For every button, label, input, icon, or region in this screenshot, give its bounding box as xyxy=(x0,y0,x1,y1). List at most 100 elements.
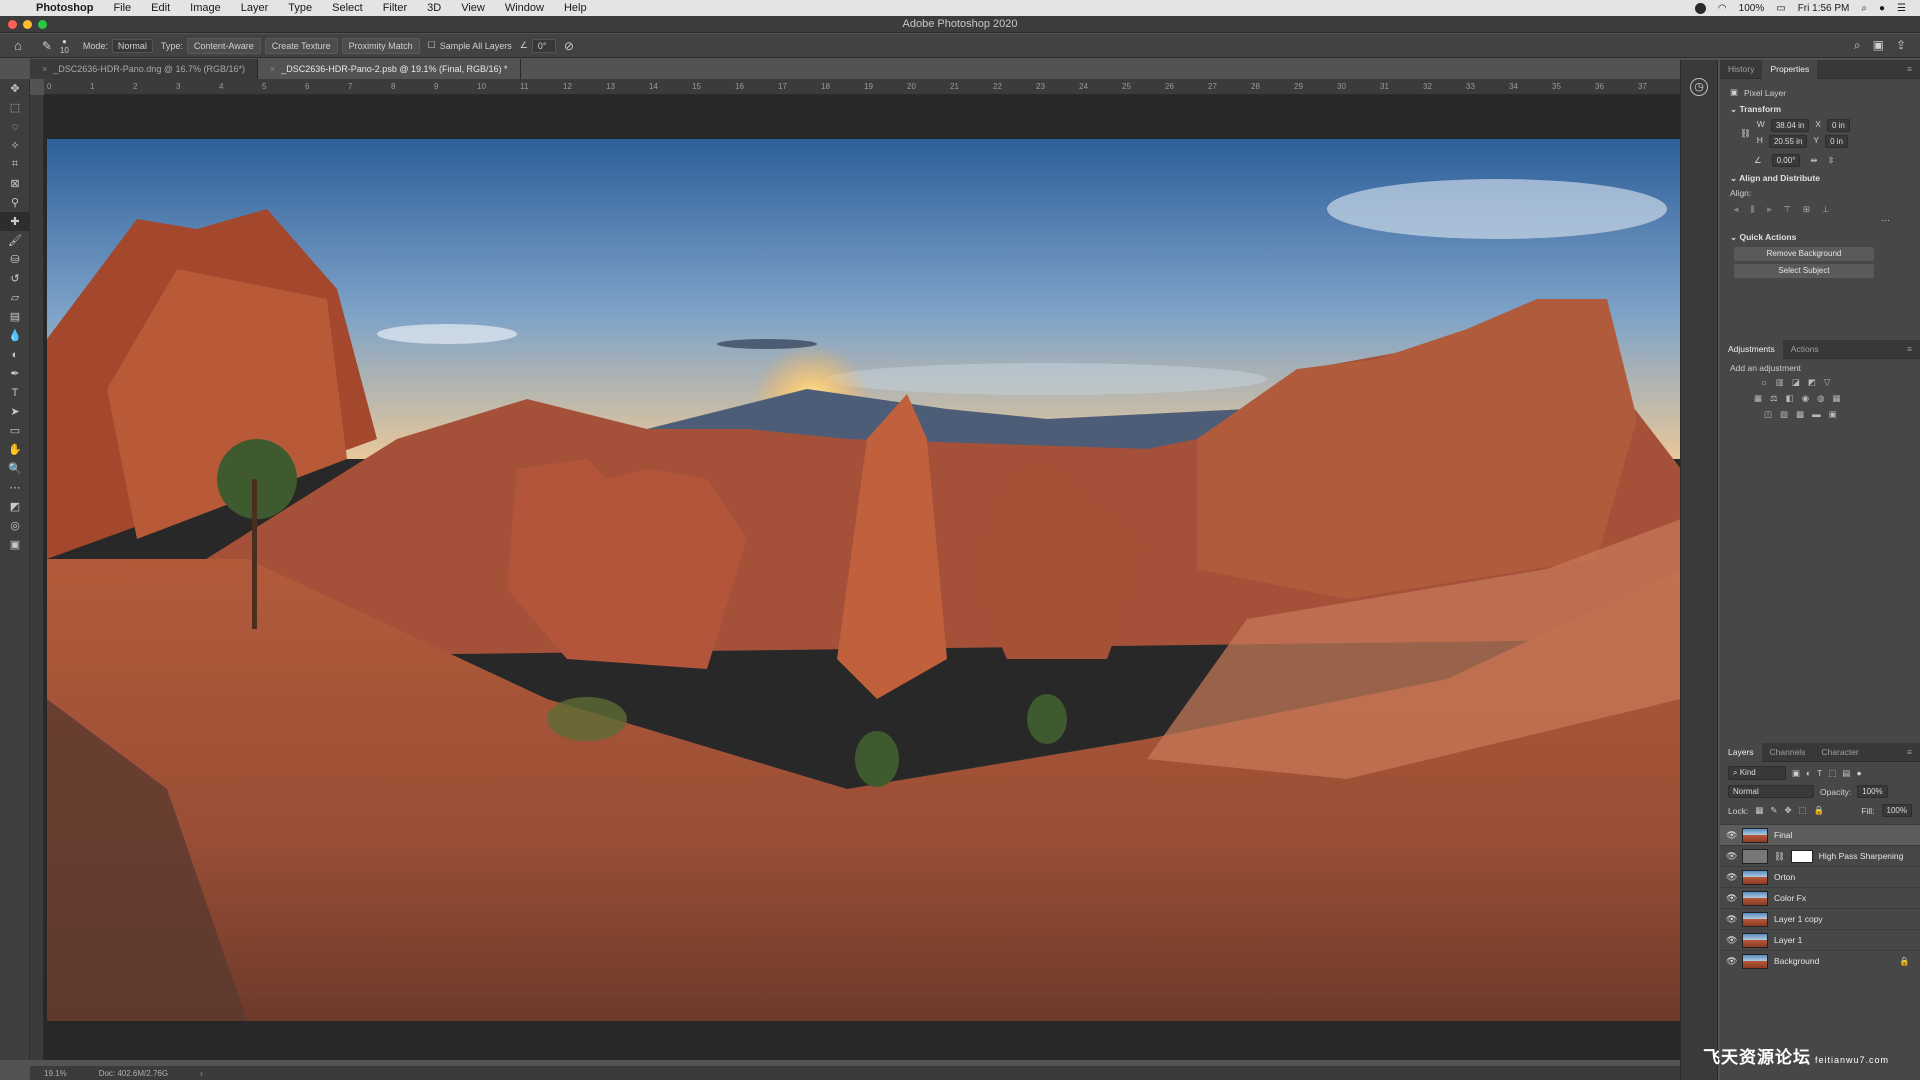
lock-artboard-icon[interactable]: ⬚ xyxy=(1799,805,1807,816)
eye-icon[interactable]: 👁 xyxy=(1726,956,1737,967)
lock-all-icon[interactable]: 🔒 xyxy=(1814,805,1825,816)
record-icon[interactable] xyxy=(1694,2,1706,14)
healing-brush-tool-icon[interactable]: ✎ xyxy=(42,39,52,53)
quick-actions-header[interactable]: ⌄ Quick Actions xyxy=(1730,232,1910,243)
history-panel-icon[interactable]: ◷ xyxy=(1690,78,1708,96)
share-icon[interactable]: ⇪ xyxy=(1896,38,1906,53)
menu-app-name[interactable]: Photoshop xyxy=(30,2,103,14)
move-tool-icon[interactable]: ✥ xyxy=(0,79,30,98)
blend-mode-select[interactable]: Normal xyxy=(1728,785,1814,798)
flip-vertical-icon[interactable]: ⇳ xyxy=(1828,155,1835,166)
sample-all-checkbox[interactable]: ☐ xyxy=(428,40,436,51)
opacity-field[interactable]: 100% xyxy=(1857,785,1888,798)
tab-actions[interactable]: Actions xyxy=(1783,340,1827,359)
angle-input[interactable]: 0° xyxy=(531,38,556,53)
layer-kind-filter[interactable]: ⌕ Kind xyxy=(1728,766,1786,780)
color-balance-icon[interactable]: ⚖ xyxy=(1770,393,1778,404)
menu-layer[interactable]: Layer xyxy=(231,2,279,14)
zoom-window-icon[interactable] xyxy=(38,20,47,29)
align-middle-icon[interactable]: ⊞ xyxy=(1803,204,1810,215)
panorama-image[interactable] xyxy=(47,139,1681,1021)
layer-row[interactable]: 👁 Layer 1 copy xyxy=(1720,908,1920,929)
eye-icon[interactable]: 👁 xyxy=(1726,872,1737,883)
align-center-icon[interactable]: ⫼ xyxy=(1751,204,1755,215)
invert-icon[interactable]: ◫ xyxy=(1764,409,1772,420)
height-field[interactable]: 20.55 in xyxy=(1768,135,1808,148)
eyedropper-tool-icon[interactable]: ⚲ xyxy=(0,193,30,212)
filter-adjustment-icon[interactable]: ◐ xyxy=(1806,768,1811,778)
clock[interactable]: Fri 1:56 PM xyxy=(1798,3,1850,14)
remove-background-button[interactable]: Remove Background xyxy=(1734,247,1874,261)
panel-menu-icon[interactable]: ≡ xyxy=(1899,340,1920,359)
status-arrow-icon[interactable]: › xyxy=(200,1069,203,1078)
threshold-icon[interactable]: ▩ xyxy=(1796,409,1804,420)
tab-adjustments[interactable]: Adjustments xyxy=(1720,339,1783,359)
menu-view[interactable]: View xyxy=(451,2,495,14)
type-create-texture[interactable]: Create Texture xyxy=(264,37,338,54)
posterize-icon[interactable]: ▨ xyxy=(1780,409,1788,420)
menu-select[interactable]: Select xyxy=(322,2,373,14)
spotlight-icon[interactable]: ⌕ xyxy=(1861,3,1867,14)
color-lookup-icon[interactable]: ▦ xyxy=(1833,393,1841,404)
eye-icon[interactable]: 👁 xyxy=(1726,935,1737,946)
lock-transparent-icon[interactable]: ▦ xyxy=(1755,805,1763,816)
align-bottom-icon[interactable]: ⊥ xyxy=(1822,204,1829,215)
tab-layers[interactable]: Layers xyxy=(1720,742,1762,762)
minimize-window-icon[interactable] xyxy=(23,20,32,29)
screen-mode-icon[interactable]: ▣ xyxy=(0,535,30,554)
align-header[interactable]: ⌄ Align and Distribute xyxy=(1730,173,1910,184)
select-subject-button[interactable]: Select Subject xyxy=(1734,264,1874,278)
align-right-icon[interactable]: ⫸ xyxy=(1767,204,1772,215)
mode-select[interactable]: Normal xyxy=(111,38,153,53)
close-window-icon[interactable] xyxy=(8,20,17,29)
black-white-icon[interactable]: ◧ xyxy=(1786,393,1794,404)
filter-shape-icon[interactable]: ⬚ xyxy=(1828,768,1836,779)
eye-icon[interactable]: 👁 xyxy=(1726,830,1737,841)
doc-tab-2[interactable]: × _DSC2636-HDR-Pano-2.psb @ 19.1% (Final,… xyxy=(258,59,521,79)
menu-help[interactable]: Help xyxy=(554,2,597,14)
panel-menu-icon[interactable]: ≡ xyxy=(1899,60,1920,79)
eye-icon[interactable]: 👁 xyxy=(1726,914,1737,925)
fill-field[interactable]: 100% xyxy=(1881,804,1912,817)
eye-icon[interactable]: 👁 xyxy=(1726,893,1737,904)
filter-pixel-icon[interactable]: ▣ xyxy=(1792,768,1800,779)
filter-toggle-icon[interactable]: ● xyxy=(1856,768,1861,778)
align-top-icon[interactable]: ⊤ xyxy=(1784,204,1791,215)
panel-menu-icon[interactable]: ≡ xyxy=(1899,743,1920,762)
color-swatches-icon[interactable]: ◩ xyxy=(0,497,30,516)
close-tab-icon[interactable]: × xyxy=(270,64,275,74)
tab-properties[interactable]: Properties xyxy=(1762,59,1818,79)
marquee-tool-icon[interactable]: ⬚ xyxy=(0,98,30,117)
crop-tool-icon[interactable]: ⌗ xyxy=(0,155,30,174)
menu-3d[interactable]: 3D xyxy=(417,2,451,14)
doc-tab-1[interactable]: × _DSC2636-HDR-Pano.dng @ 16.7% (RGB/16*) xyxy=(30,59,258,79)
width-field[interactable]: 38.04 in xyxy=(1770,119,1810,132)
lock-position-icon[interactable]: ✥ xyxy=(1784,805,1791,816)
brightness-icon[interactable]: ☼ xyxy=(1760,377,1768,388)
align-left-icon[interactable]: ⫷ xyxy=(1734,204,1739,215)
type-tool-icon[interactable]: T xyxy=(0,383,30,402)
vibrance-icon[interactable]: ▽ xyxy=(1824,377,1831,388)
battery-icon[interactable]: ▭ xyxy=(1776,3,1785,14)
user-icon[interactable]: ● xyxy=(1879,3,1885,14)
type-content-aware[interactable]: Content-Aware xyxy=(186,37,261,54)
tab-channels[interactable]: Channels xyxy=(1762,743,1814,762)
frame-tool-icon[interactable]: ⊠ xyxy=(0,174,30,193)
eye-icon[interactable]: 👁 xyxy=(1726,851,1737,862)
type-proximity-match[interactable]: Proximity Match xyxy=(341,37,420,54)
flip-horizontal-icon[interactable]: ⇹ xyxy=(1810,155,1817,166)
menu-edit[interactable]: Edit xyxy=(141,2,180,14)
path-select-tool-icon[interactable]: ➤ xyxy=(0,402,30,421)
close-tab-icon[interactable]: × xyxy=(42,64,47,74)
rectangle-tool-icon[interactable]: ▭ xyxy=(0,421,30,440)
channel-mixer-icon[interactable]: ◍ xyxy=(1817,393,1824,404)
canvas-area[interactable] xyxy=(44,95,1681,1060)
menu-filter[interactable]: Filter xyxy=(373,2,417,14)
dodge-tool-icon[interactable]: ◐ xyxy=(0,345,30,364)
filter-smart-icon[interactable]: ▤ xyxy=(1842,768,1850,779)
eraser-tool-icon[interactable]: ▱ xyxy=(0,288,30,307)
layer-row[interactable]: 👁 Layer 1 xyxy=(1720,929,1920,950)
lock-pixels-icon[interactable]: ✎ xyxy=(1770,805,1777,816)
layer-row[interactable]: 👁 Background 🔒 xyxy=(1720,950,1920,971)
doc-size[interactable]: Doc: 402.6M/2.76G xyxy=(99,1069,168,1078)
